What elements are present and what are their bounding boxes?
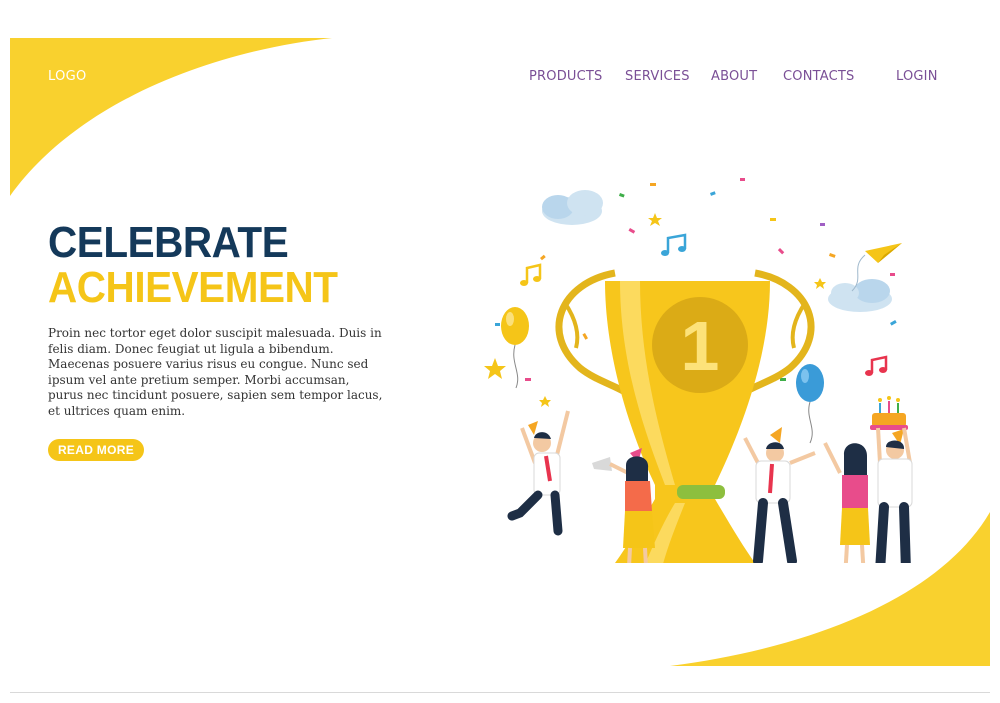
music-note-icon (661, 233, 687, 256)
trophy-number: 1 (681, 307, 720, 385)
balloon-icon (796, 364, 824, 444)
nav-login[interactable]: LOGIN (896, 69, 938, 84)
music-note-icon (520, 263, 542, 286)
read-more-button[interactable]: READ MORE (48, 439, 144, 461)
hero-description: Proin nec tortor eget dolor suscipit mal… (48, 326, 383, 418)
music-note-icon (865, 355, 888, 376)
nav-products[interactable]: PRODUCTS (529, 69, 603, 84)
balloon-icon (501, 307, 529, 389)
celebration-illustration: 1 (484, 178, 913, 563)
bottom-divider (10, 692, 990, 693)
woman-megaphone-figure (592, 448, 655, 563)
nav-about[interactable]: ABOUT (711, 69, 757, 84)
nav-contacts[interactable]: CONTACTS (783, 69, 855, 84)
cloud-icon (542, 190, 603, 225)
landing-page: LOGO PRODUCTS SERVICES ABOUT CONTACTS LO… (10, 38, 990, 666)
hero-title-line2: ACHIEVEMENT (48, 263, 338, 312)
jumping-man-figure (507, 410, 570, 536)
hero-title-line1: CELEBRATE (48, 218, 289, 267)
woman-pink-top-figure (823, 442, 870, 563)
man-with-tie-figure (743, 427, 816, 563)
man-holding-cake-figure (870, 396, 913, 563)
birthday-cake-icon (870, 396, 908, 430)
cloud-icon (828, 279, 892, 312)
nav-services[interactable]: SERVICES (625, 69, 690, 84)
logo[interactable]: LOGO (48, 69, 87, 84)
